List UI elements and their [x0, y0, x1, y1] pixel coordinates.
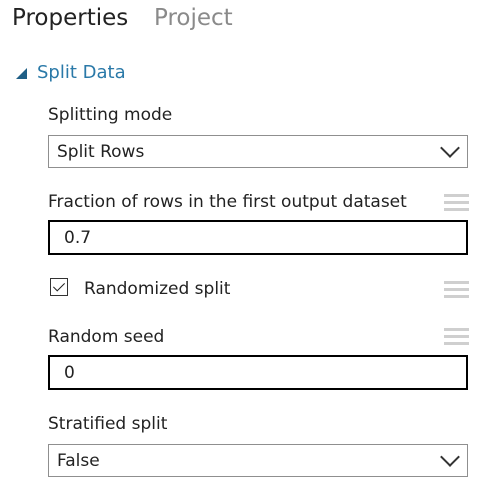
- section-title: Split Data: [37, 61, 126, 83]
- tab-project[interactable]: Project: [154, 3, 233, 33]
- tab-properties[interactable]: Properties: [12, 3, 128, 33]
- chevron-down-icon: [440, 446, 460, 467]
- random-seed-input[interactable]: [48, 355, 468, 390]
- random-seed-label: Random seed: [48, 327, 165, 347]
- chevron-down-icon: [440, 137, 460, 158]
- splitting-mode-value: Split Rows: [57, 141, 145, 162]
- drag-handle-icon[interactable]: [444, 280, 469, 300]
- stratified-split-value: False: [57, 450, 100, 471]
- fraction-label: Fraction of rows in the first output dat…: [48, 192, 407, 212]
- stratified-split-select[interactable]: False: [48, 444, 468, 477]
- splitting-mode-select[interactable]: Split Rows: [48, 135, 468, 168]
- checkmark-icon: [52, 279, 66, 292]
- randomized-split-checkbox[interactable]: [50, 278, 68, 296]
- splitting-mode-label: Splitting mode: [48, 105, 173, 125]
- randomized-split-label: Randomized split: [84, 279, 231, 299]
- fraction-input[interactable]: [48, 220, 468, 255]
- stratified-split-label: Stratified split: [48, 414, 168, 434]
- triangle-expanded-icon: [16, 68, 27, 79]
- drag-handle-icon[interactable]: [444, 327, 469, 347]
- drag-handle-icon[interactable]: [444, 193, 469, 213]
- section-header-split-data[interactable]: Split Data: [16, 59, 126, 85]
